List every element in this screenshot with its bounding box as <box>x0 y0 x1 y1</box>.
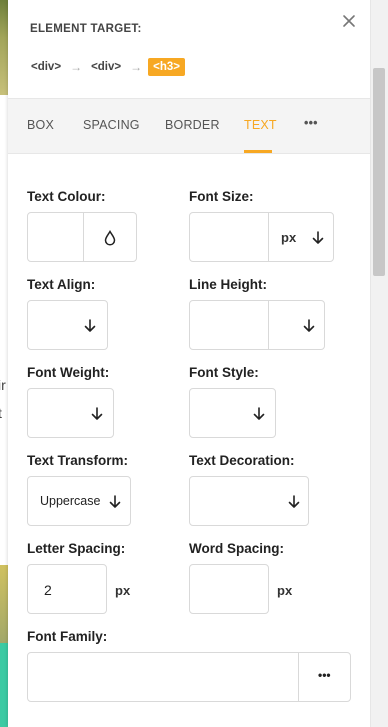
label-word-spacing: Word Spacing: <box>189 541 285 556</box>
breadcrumb-item-active[interactable]: <h3> <box>148 58 185 76</box>
font-size-unit[interactable]: px <box>281 230 296 245</box>
label-font-size: Font Size: <box>189 189 254 204</box>
label-letter-spacing: Letter Spacing: <box>27 541 126 556</box>
panel-title: ELEMENT TARGET: <box>30 23 142 35</box>
arrow-right-icon: → <box>130 60 143 74</box>
letter-spacing-value: 2 <box>44 582 52 598</box>
label-text-colour: Text Colour: <box>27 189 106 204</box>
background-page: ir t <box>0 0 8 727</box>
font-size-input[interactable]: px <box>189 212 334 262</box>
droplet-icon[interactable] <box>103 230 117 246</box>
tab-spacing[interactable]: SPACING <box>83 118 140 132</box>
word-spacing-unit: px <box>277 583 293 598</box>
label-font-family: Font Family: <box>27 629 108 644</box>
breadcrumb-item[interactable]: <div> <box>88 59 124 75</box>
letter-spacing-input[interactable]: 2 <box>27 564 107 614</box>
style-editor-panel: ELEMENT TARGET: <div> → <div> → <h3> BOX… <box>8 0 370 727</box>
arrow-down-icon[interactable] <box>312 231 324 245</box>
background-text: t <box>0 405 2 421</box>
label-font-style: Font Style: <box>189 365 259 380</box>
label-text-align: Text Align: <box>27 277 96 292</box>
letter-spacing-unit: px <box>115 583 131 598</box>
arrow-down-icon[interactable] <box>109 495 121 509</box>
label-text-transform: Text Transform: <box>27 453 129 468</box>
panel-header: ELEMENT TARGET: <div> → <div> → <h3> <box>8 0 370 99</box>
arrow-down-icon[interactable] <box>91 407 103 421</box>
label-text-decoration: Text Decoration: <box>189 453 295 468</box>
close-icon[interactable] <box>340 12 358 30</box>
active-tab-indicator <box>244 150 272 153</box>
more-options-icon[interactable]: ••• <box>318 668 331 682</box>
arrow-down-icon[interactable] <box>303 319 315 333</box>
tab-border[interactable]: BORDER <box>165 118 220 132</box>
tab-box[interactable]: BOX <box>27 118 54 132</box>
text-align-select[interactable] <box>27 300 108 350</box>
tab-text[interactable]: TEXT <box>244 118 277 132</box>
breadcrumb-item[interactable]: <div> <box>28 59 64 75</box>
label-line-height: Line Height: <box>189 277 267 292</box>
arrow-down-icon[interactable] <box>253 407 265 421</box>
font-family-input[interactable]: ••• <box>27 652 351 702</box>
label-font-weight: Font Weight: <box>27 365 110 380</box>
tab-more[interactable]: ••• <box>304 116 318 130</box>
arrow-down-icon[interactable] <box>288 495 300 509</box>
text-transform-value: Uppercase <box>40 494 101 508</box>
font-style-select[interactable] <box>189 388 276 438</box>
word-spacing-input[interactable] <box>189 564 269 614</box>
arrow-right-icon: → <box>70 60 83 74</box>
breadcrumb: <div> → <div> → <h3> <box>28 58 185 76</box>
tab-bar: BOX SPACING BORDER TEXT ••• <box>8 99 370 154</box>
text-decoration-select[interactable] <box>189 476 309 526</box>
line-height-input[interactable] <box>189 300 325 350</box>
text-colour-input[interactable] <box>27 212 137 262</box>
font-weight-select[interactable] <box>27 388 114 438</box>
arrow-down-icon[interactable] <box>84 319 96 333</box>
text-transform-select[interactable]: Uppercase <box>27 476 131 526</box>
scrollbar-thumb[interactable] <box>373 68 385 276</box>
background-text: ir <box>0 377 6 393</box>
